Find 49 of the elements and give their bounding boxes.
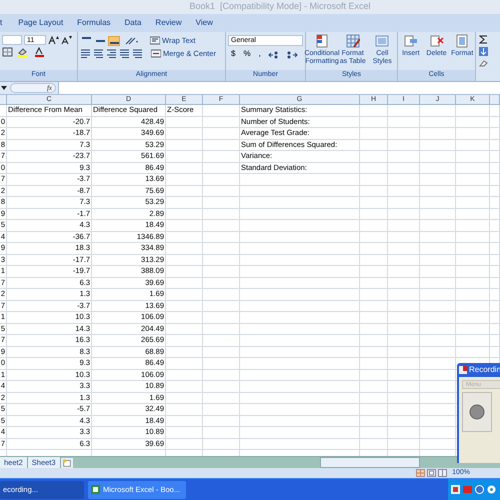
increase-decimal-icon[interactable]	[268, 50, 280, 58]
font-name-field[interactable]	[2, 35, 22, 45]
decrease-indent-icon[interactable]	[119, 49, 130, 58]
delete-cells-icon[interactable]	[430, 34, 444, 48]
record-dot-icon[interactable]	[469, 404, 485, 420]
borders-icon[interactable]	[2, 47, 14, 57]
align-center-icon[interactable]	[93, 49, 104, 58]
eraser-icon[interactable]	[479, 59, 488, 67]
number-format-button[interactable]: %	[242, 48, 252, 60]
ribbon-tab[interactable]: t	[0, 17, 4, 29]
font-grow-icon[interactable]	[48, 35, 59, 45]
record-button[interactable]	[462, 392, 492, 432]
number-format-button[interactable]: ,	[258, 48, 262, 60]
tray-app-icon[interactable]	[451, 485, 460, 494]
fill-down-icon[interactable]	[479, 47, 488, 56]
formula-input[interactable]	[58, 82, 500, 94]
wrap-text-icon[interactable]	[150, 36, 160, 46]
ribbon-tab[interactable]: View	[196, 17, 213, 29]
recorder-app-icon[interactable]	[459, 366, 467, 374]
number-format-button[interactable]: $	[230, 48, 236, 60]
table-grid-icon[interactable]	[346, 34, 360, 48]
tray-globe-icon[interactable]	[475, 485, 484, 494]
vertical-align-button[interactable]	[108, 36, 120, 46]
decrease-decimal-icon[interactable]	[286, 50, 298, 58]
increase-indent-icon[interactable]	[132, 49, 143, 58]
cell-styles-icon[interactable]	[375, 34, 390, 48]
ribbon-tab[interactable]: Data	[124, 17, 142, 29]
insert-cells-icon[interactable]	[404, 34, 418, 48]
ribbon-tab[interactable]: Formulas	[77, 17, 111, 29]
orientation-icon[interactable]	[124, 36, 140, 46]
new-sheet-icon[interactable]	[60, 458, 73, 468]
dropdown-arrow-icon[interactable]	[0, 85, 8, 91]
ribbon-tab[interactable]: Page Layout	[18, 17, 64, 29]
page-layout-view-icon[interactable]	[427, 469, 436, 477]
font-color-icon[interactable]	[34, 47, 46, 57]
sum-icon[interactable]	[479, 35, 488, 44]
page-break-view-icon[interactable]	[438, 469, 448, 477]
conditional-formatting-icon[interactable]	[315, 34, 329, 48]
spreadsheet-icon[interactable]	[91, 485, 100, 494]
merge-icon[interactable]	[151, 49, 161, 58]
format-cells-icon[interactable]	[455, 34, 470, 48]
tray-disc-icon[interactable]	[487, 485, 496, 494]
ribbon-tab[interactable]: Review	[155, 17, 182, 29]
align-right-icon[interactable]	[106, 49, 117, 58]
fill-color-icon[interactable]	[17, 47, 31, 57]
align-left-icon[interactable]	[80, 49, 91, 58]
horizontal-scrollbar[interactable]	[320, 457, 420, 468]
window-title: Book1 [Compatibility Mode] - Microsoft Excel	[188, 0, 371, 14]
font-shrink-icon[interactable]	[61, 35, 72, 45]
